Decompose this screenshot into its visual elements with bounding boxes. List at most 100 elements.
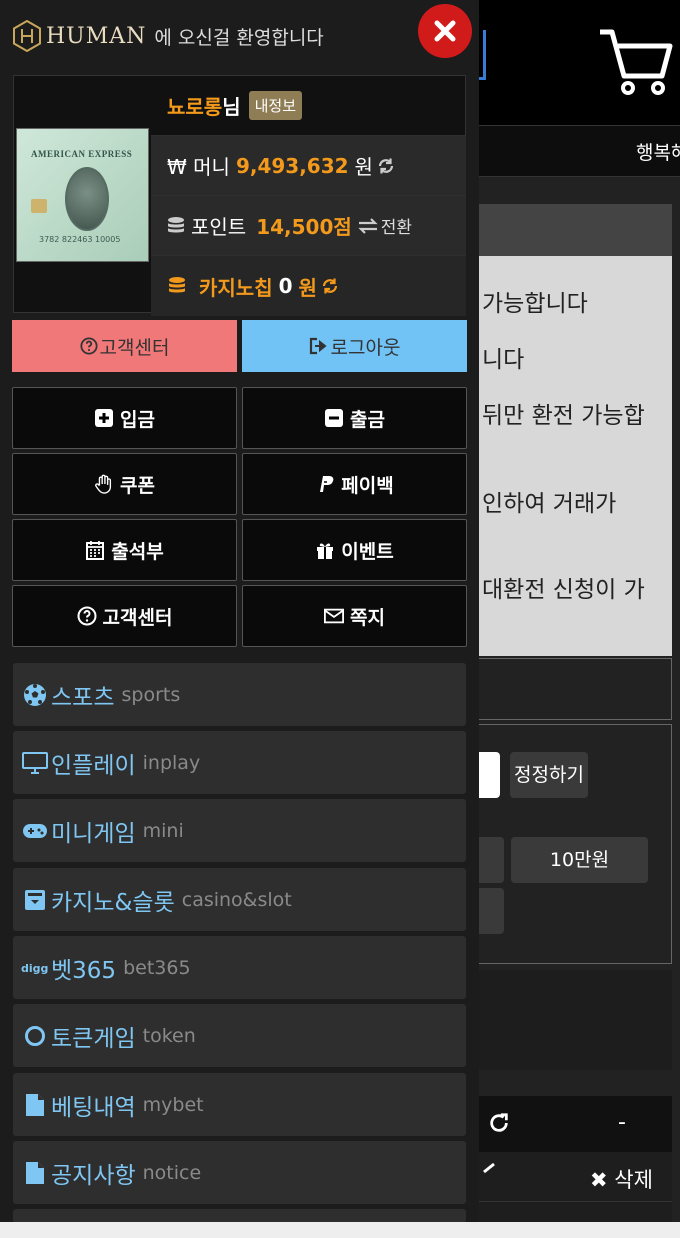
- notice-line: 니다: [482, 347, 525, 373]
- soccer-ball-icon: [21, 681, 49, 709]
- brand-logo-icon: [13, 20, 41, 52]
- refresh-icon[interactable]: [377, 157, 395, 175]
- brand-name: HUMAN: [46, 23, 147, 49]
- support-label: 고객센터: [102, 606, 173, 629]
- sign-out-icon: [309, 337, 329, 355]
- refresh-icon[interactable]: [488, 1112, 510, 1134]
- money-value: 9,493,632: [235, 153, 349, 178]
- question-circle-icon: [77, 606, 97, 626]
- casino-chip-label: 카지노칩: [199, 275, 273, 300]
- menu-item-notice[interactable]: 공지사항 notice: [13, 1141, 466, 1204]
- refresh-icon[interactable]: [321, 277, 339, 295]
- menu-sublabel: bet365: [123, 956, 191, 979]
- customer-center-button[interactable]: 고객센터: [12, 320, 237, 372]
- money-label: ₩ 머니: [167, 155, 230, 179]
- menu-item-mini[interactable]: 미니게임 mini: [13, 799, 466, 862]
- welcome-bar: HUMAN 에 오신걸 환영합니다: [12, 18, 324, 54]
- database-icon: [167, 216, 185, 236]
- close-button[interactable]: [418, 4, 472, 58]
- menu-sublabel: inplay: [142, 751, 201, 774]
- circle-icon: [21, 1022, 49, 1050]
- welcome-message: 에 오신걸 환영합니다: [154, 26, 324, 49]
- payback-label: 페이백: [341, 474, 394, 497]
- plus-square-icon: [94, 408, 114, 428]
- menu-sublabel: sports: [121, 683, 181, 706]
- message-button[interactable]: 쪽지: [242, 585, 467, 647]
- my-info-button[interactable]: 내정보: [248, 91, 303, 120]
- close-icon: [434, 20, 456, 42]
- coins-icon: [167, 276, 187, 296]
- menu-item-casino-slot[interactable]: 카지노&슬롯 casino&slot: [13, 868, 466, 931]
- minus-square-icon: [324, 408, 344, 428]
- profile-panel: AMERICAN EXPRESS 3782 822463 10005 뇨로롱 님…: [13, 75, 466, 316]
- menu-item-mybet[interactable]: 베팅내역 mybet: [13, 1073, 466, 1136]
- casino-chip-unit: 원: [298, 275, 317, 300]
- withdraw-label: 출금: [350, 408, 385, 431]
- check-icon: [482, 1162, 496, 1185]
- casino-chip-row: 카지노칩 0 원: [151, 256, 466, 316]
- card-number: 3782 822463 10005: [39, 235, 121, 244]
- point-row: 포인트 14,500점 전환: [151, 196, 466, 256]
- monitor-icon: [21, 749, 49, 777]
- menu-sublabel: mybet: [142, 1093, 204, 1116]
- gamepad-icon: [21, 817, 49, 845]
- exchange-icon[interactable]: [358, 217, 378, 234]
- file-icon: [21, 1091, 49, 1119]
- money-unit: 원: [354, 155, 373, 179]
- withdraw-button[interactable]: 출금: [242, 387, 467, 449]
- card-chip: [31, 199, 47, 213]
- coupon-button[interactable]: 쿠폰: [12, 453, 237, 515]
- menu-sublabel: notice: [142, 1161, 202, 1184]
- notice-box: 가능합니다 니다 뒤만 환전 가능합 인하여 거래가 대환전 신청이 가: [460, 256, 672, 656]
- notice-line: 뒤만 환전 가능합: [482, 403, 645, 429]
- menu-sublabel: token: [142, 1024, 196, 1047]
- gift-icon: [315, 540, 335, 560]
- menu-label: 베팅내역: [51, 1094, 136, 1121]
- notice-line: 대환전 신청이 가: [482, 577, 645, 603]
- user-suffix: 님: [222, 95, 241, 119]
- nav-item[interactable]: 행복해: [636, 138, 680, 165]
- member-card-image: AMERICAN EXPRESS 3782 822463 10005: [16, 128, 149, 262]
- dash-text: -: [618, 1110, 626, 1135]
- message-label: 쪽지: [350, 606, 385, 629]
- support-button[interactable]: 고객센터: [12, 585, 237, 647]
- card-portrait: [65, 167, 109, 231]
- notice-line: 가능합니다: [482, 291, 588, 317]
- delete-button[interactable]: ✖ 삭제: [590, 1164, 653, 1194]
- coupon-label: 쿠폰: [120, 474, 155, 497]
- fix-button[interactable]: 정정하기: [510, 752, 588, 798]
- convert-button[interactable]: 전환: [381, 213, 412, 238]
- menu-label: 미니게임: [51, 820, 136, 847]
- point-value: 14,500점: [256, 215, 352, 239]
- menu-label: 공지사항: [51, 1162, 136, 1189]
- menu-label: 토큰게임: [51, 1025, 136, 1052]
- calendar-icon: [85, 540, 105, 560]
- attendance-label: 출석부: [111, 540, 164, 563]
- menu-item-bet365[interactable]: digg 벳365 bet365: [13, 936, 466, 999]
- table-row: [460, 1202, 672, 1224]
- input-box: [460, 658, 672, 720]
- card-brand: AMERICAN EXPRESS: [31, 149, 133, 159]
- attendance-button[interactable]: 출석부: [12, 519, 237, 581]
- cart-icon[interactable]: [596, 26, 674, 96]
- menu-label: 카지노&슬롯: [51, 889, 175, 916]
- menu-item-token[interactable]: 토큰게임 token: [13, 1004, 466, 1067]
- menu-item-partial[interactable]: [13, 1209, 466, 1222]
- user-row: 뇨로롱 님 내정보: [151, 76, 466, 136]
- customer-center-label: 고객센터: [99, 336, 170, 359]
- table-header-row: -: [460, 1096, 672, 1152]
- digg-icon: digg: [21, 954, 49, 982]
- menu-label: 벳365: [51, 957, 117, 984]
- delete-label: 삭제: [614, 1168, 653, 1192]
- money-row: ₩ 머니 9,493,632 원: [151, 136, 466, 196]
- menu-item-inplay[interactable]: 인플레이 inplay: [13, 731, 466, 794]
- event-button[interactable]: 이벤트: [242, 519, 467, 581]
- amount-100k-button[interactable]: 10만원: [511, 837, 648, 883]
- payback-button[interactable]: 페이백: [242, 453, 467, 515]
- menu-item-sports[interactable]: 스포츠 sports: [13, 663, 466, 726]
- deposit-button[interactable]: 입금: [12, 387, 237, 449]
- question-circle-icon: [79, 337, 98, 355]
- hand-paper-icon: [94, 474, 114, 494]
- logout-button[interactable]: 로그아웃: [242, 320, 467, 372]
- menu-sublabel: casino&slot: [181, 888, 292, 911]
